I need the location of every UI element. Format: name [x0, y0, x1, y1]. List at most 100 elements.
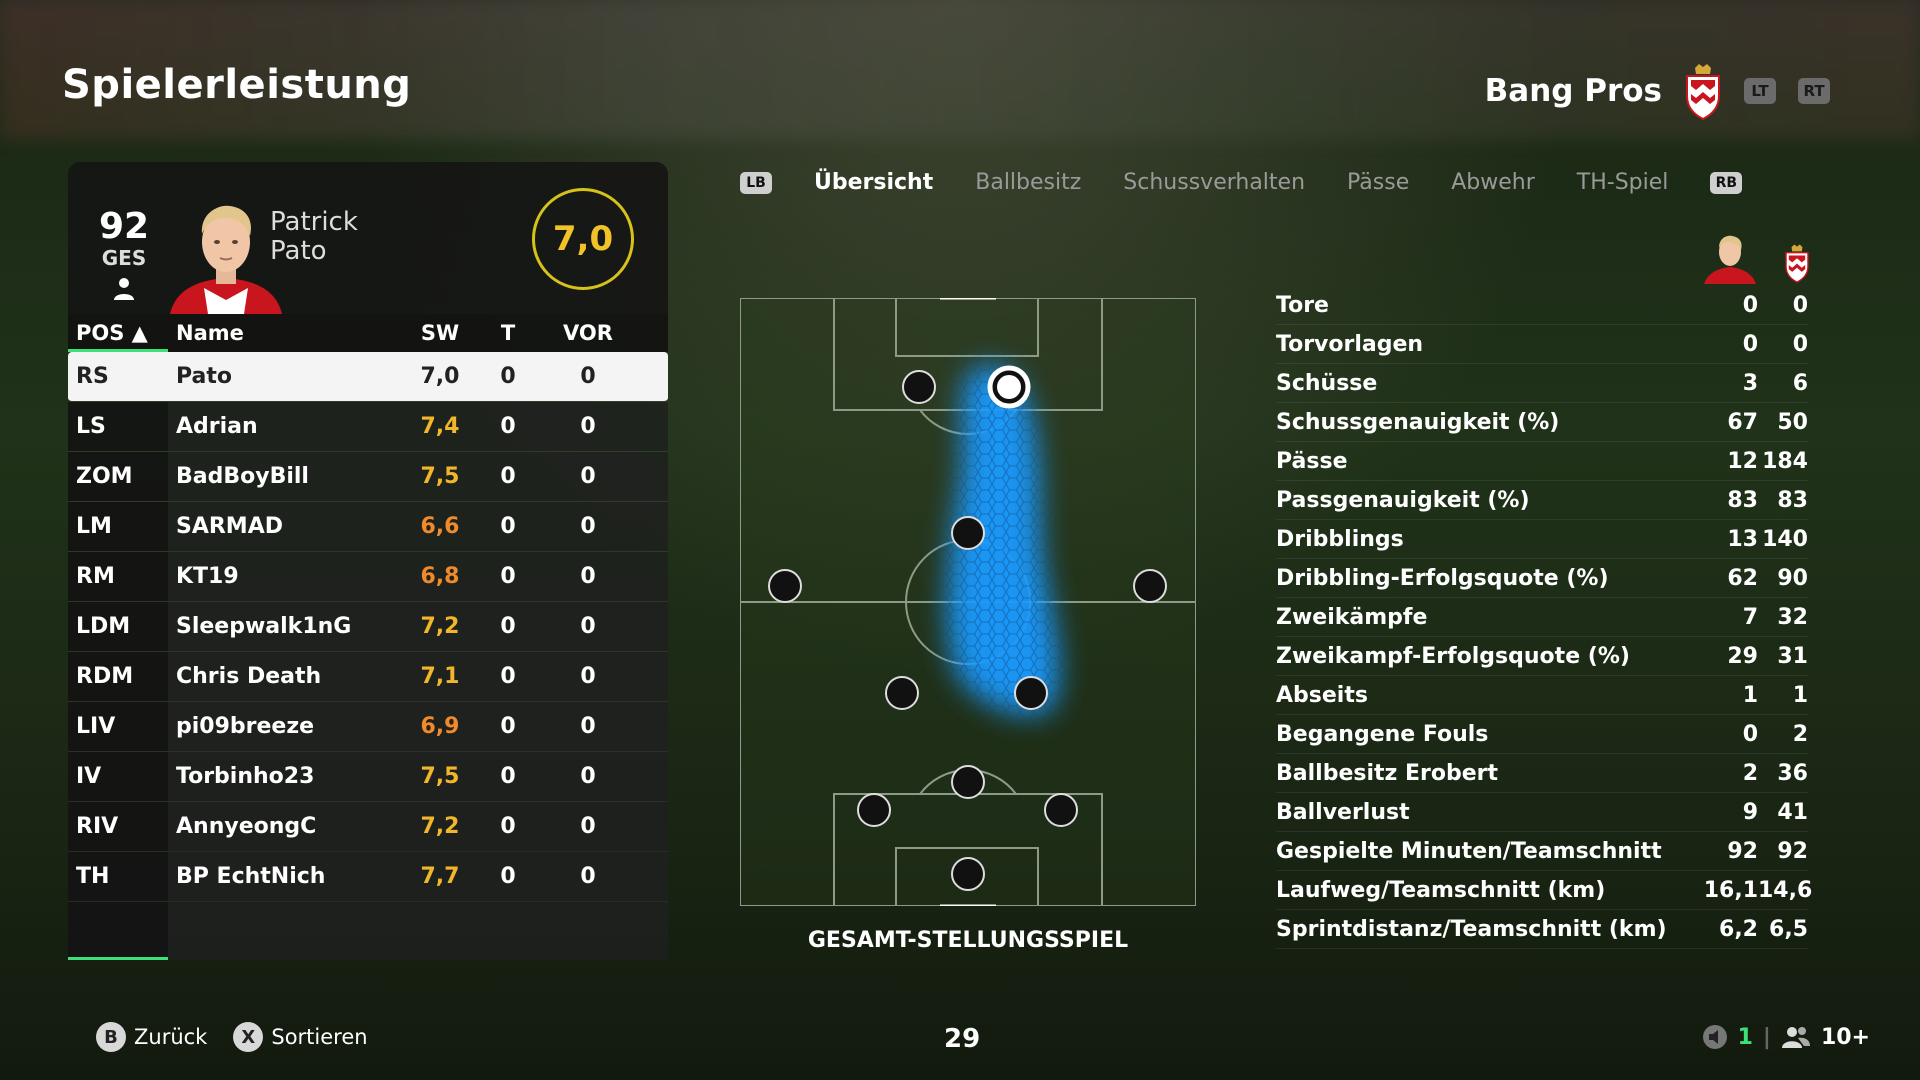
stat-row: Begangene Fouls 0 2 — [1276, 715, 1808, 754]
row-position: LDM — [76, 614, 131, 639]
row-name: KT19 — [176, 564, 239, 589]
table-row[interactable]: LDM Sleepwalk1nG 7,2 0 0 — [68, 602, 668, 652]
stat-team-value: 36 — [1777, 760, 1808, 786]
stat-player-value: 1 — [1742, 682, 1758, 708]
sort-label: Sortieren — [271, 1025, 368, 1049]
table-row[interactable]: RM KT19 6,8 0 0 — [68, 552, 668, 602]
stat-team-value: 184 — [1762, 448, 1808, 474]
stat-player-value: 3 — [1742, 370, 1758, 396]
stat-team-value: 50 — [1777, 409, 1808, 435]
player-dot — [1014, 676, 1048, 710]
stat-row: Torvorlagen 0 0 — [1276, 325, 1808, 364]
player-table: POS ▲ Name SW T VOR RS Pato 7,0 0 0 LS Adrian 7… — [68, 314, 668, 960]
stat-label: Dribblings — [1276, 526, 1404, 552]
rb-button[interactable]: RB — [1710, 171, 1743, 194]
overall-rating: 92 — [98, 206, 150, 247]
row-position: TH — [76, 864, 110, 889]
club-crest-icon — [1686, 64, 1720, 120]
stat-team-value: 92 — [1777, 838, 1808, 864]
table-body: RS Pato 7,0 0 0 LS Adrian 7,4 0 0 ZOM BadBoyBill 7,5… — [68, 352, 668, 902]
stat-player-value: 67 — [1727, 409, 1758, 435]
stat-team-value: 6,5 — [1769, 916, 1808, 942]
stat-label: Sprintdistanz/Teamschnitt (km) — [1276, 916, 1667, 942]
column-header-pos[interactable]: POS ▲ — [68, 321, 168, 345]
table-row[interactable]: IV Torbinho23 7,5 0 0 — [68, 752, 668, 802]
stat-label: Zweikämpfe — [1276, 604, 1428, 630]
row-assists: 0 — [580, 364, 596, 389]
table-row[interactable]: RDM Chris Death 7,1 0 0 — [68, 652, 668, 702]
stat-label: Abseits — [1276, 682, 1368, 708]
tab-schussverhalten[interactable]: Schussverhalten — [1123, 170, 1305, 195]
lb-button[interactable]: LB — [740, 171, 772, 194]
stat-player-value: 83 — [1727, 487, 1758, 513]
sort-button[interactable]: X Sortieren — [233, 1022, 368, 1052]
stat-player-value: 62 — [1727, 565, 1758, 591]
stat-team-value: 0 — [1792, 331, 1808, 357]
b-button-icon: B — [96, 1022, 126, 1052]
row-position: IV — [76, 764, 102, 789]
tab-paesse[interactable]: Pässe — [1347, 170, 1409, 195]
table-row[interactable]: LM SARMAD 6,6 0 0 — [68, 502, 668, 552]
table-row[interactable]: RIV AnnyeongC 7,2 0 0 — [68, 802, 668, 852]
speaker-muted-icon — [1702, 1025, 1727, 1049]
player-first-name: Patrick — [270, 207, 358, 237]
table-header: POS ▲ Name SW T VOR — [68, 314, 668, 352]
row-position: LM — [76, 514, 112, 539]
stat-label: Begangene Fouls — [1276, 721, 1489, 747]
row-goals: 0 — [500, 714, 516, 739]
column-header-sw[interactable]: SW — [412, 321, 468, 345]
lt-button[interactable]: LT — [1744, 78, 1776, 104]
column-header-name[interactable]: Name — [168, 321, 412, 345]
stat-row: Pässe 12 184 — [1276, 442, 1808, 481]
stat-row: Tore 0 0 — [1276, 286, 1808, 325]
stats-tabs: LB Übersicht Ballbesitz Schussverhalten … — [740, 170, 1743, 195]
stat-team-value: 6 — [1792, 370, 1808, 396]
row-name: AnnyeongC — [176, 814, 317, 839]
stat-label: Passgenauigkeit (%) — [1276, 487, 1530, 513]
stat-row: Zweikampf-Erfolgsquote (%) 29 31 — [1276, 637, 1808, 676]
stat-team-value: 83 — [1777, 487, 1808, 513]
stat-team-value: 31 — [1777, 643, 1808, 669]
stat-label: Torvorlagen — [1276, 331, 1424, 357]
tab-uebersicht[interactable]: Übersicht — [814, 170, 933, 195]
stat-player-value: 16,1 — [1703, 877, 1758, 903]
overall-block: 92 GES — [92, 208, 156, 304]
heatmap-caption: GESAMT-STELLUNGSSPIEL — [807, 928, 1129, 953]
row-rating: 7,4 — [420, 414, 460, 439]
row-assists: 0 — [580, 514, 596, 539]
tab-th-spiel[interactable]: TH-Spiel — [1577, 170, 1669, 195]
back-button[interactable]: B Zurück — [96, 1022, 207, 1052]
table-row[interactable]: TH BP EchtNich 7,7 0 0 — [68, 852, 668, 902]
player-dot — [951, 516, 985, 550]
row-goals: 0 — [500, 414, 516, 439]
row-rating: 6,8 — [420, 564, 460, 589]
table-row[interactable]: ZOM BadBoyBill 7,5 0 0 — [68, 452, 668, 502]
rt-button[interactable]: RT — [1798, 78, 1830, 104]
table-row[interactable]: LS Adrian 7,4 0 0 — [68, 402, 668, 452]
row-assists: 0 — [580, 464, 596, 489]
row-rating: 7,7 — [420, 864, 460, 889]
tab-abwehr[interactable]: Abwehr — [1451, 170, 1535, 195]
stat-player-value: 6,2 — [1719, 916, 1758, 942]
row-assists: 0 — [580, 414, 596, 439]
column-header-t[interactable]: T — [468, 321, 548, 345]
stat-row: Sprintdistanz/Teamschnitt (km) 6,2 6,5 — [1276, 910, 1808, 949]
footer-controls: B Zurück X Sortieren — [96, 1022, 368, 1052]
row-rating: 7,2 — [420, 614, 460, 639]
tab-ballbesitz[interactable]: Ballbesitz — [975, 170, 1081, 195]
stat-row: Ballverlust 9 41 — [1276, 793, 1808, 832]
row-name: SARMAD — [176, 514, 283, 539]
stat-label: Schüsse — [1276, 370, 1378, 396]
row-position: ZOM — [76, 464, 133, 489]
row-rating: 7,1 — [420, 664, 460, 689]
column-header-vor[interactable]: VOR — [548, 321, 628, 345]
table-row[interactable]: RS Pato 7,0 0 0 — [68, 352, 668, 402]
player-card: 92 GES Patrick Pato 7,0 — [68, 162, 668, 314]
stat-player-value: 12 — [1727, 448, 1758, 474]
page-title: Spielerleistung — [62, 62, 412, 108]
row-position: RDM — [76, 664, 134, 689]
party-icon — [1781, 1027, 1810, 1048]
row-position: LIV — [76, 714, 116, 739]
row-position: RIV — [76, 814, 119, 839]
table-row[interactable]: LIV pi09breeze 6,9 0 0 — [68, 702, 668, 752]
